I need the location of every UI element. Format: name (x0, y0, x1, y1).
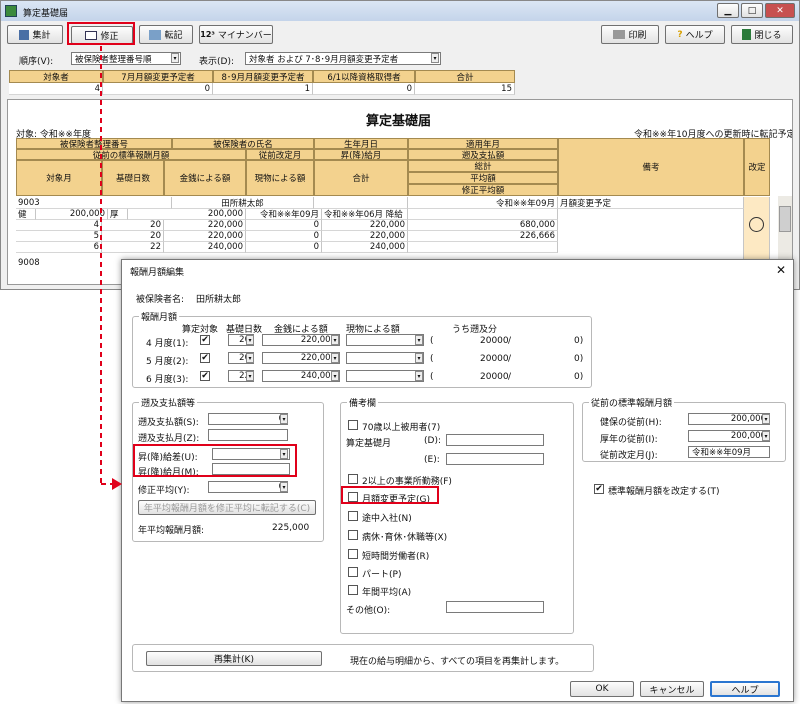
arrow-head-icon (112, 478, 122, 490)
connector-arrow (100, 46, 122, 490)
